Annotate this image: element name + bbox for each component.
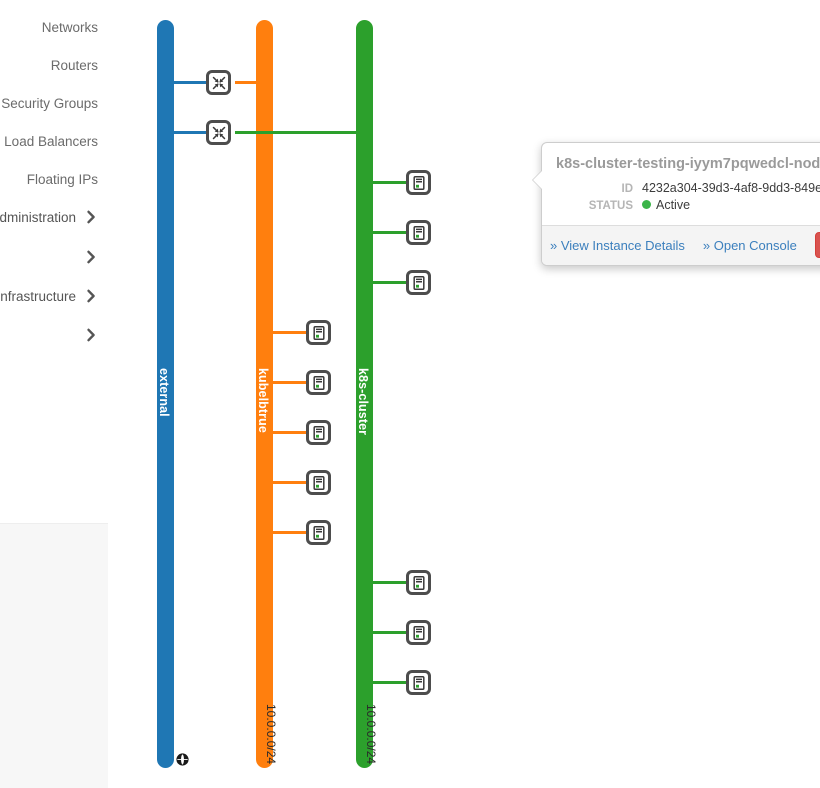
sidebar-item-label: Routers	[50, 57, 98, 73]
instance-connection-line	[373, 581, 409, 584]
external-gateway-globe-icon	[176, 753, 189, 766]
instance-connection-line	[273, 431, 309, 434]
sidebar-item-label: Networks	[41, 19, 98, 35]
popup-title: k8s-cluster-testing-iyym7pqwedcl-node-2	[556, 156, 820, 172]
instance-icon-kubelbtrue-instance-2[interactable]	[306, 370, 331, 395]
network-label-kubelbtrue: kubelbtrue	[256, 368, 270, 433]
sidebar-item-label: Security Groups	[1, 95, 98, 111]
status-dot-icon	[642, 200, 651, 209]
chevron-right-icon	[84, 250, 98, 264]
chevron-right-icon	[84, 210, 98, 224]
network-topology-canvas: external kubelbtrue 10.0.0.0/24 k8s-cluster…	[108, 0, 820, 787]
instance-connection-line	[373, 231, 409, 234]
sidebar-bottom-panel	[0, 523, 108, 788]
instance-icon-kubelbtrue-instance-4[interactable]	[306, 470, 331, 495]
instance-icon-k8s-cluster-instance-1[interactable]	[406, 170, 431, 195]
instance-connection-line	[373, 281, 409, 284]
open-console-link[interactable]: » Open Console	[703, 238, 797, 253]
popup-field-value: 4232a304-39d3-4af8-9dd3-849e193d5cfc	[642, 181, 820, 195]
popup-field-row: ID 4232a304-39d3-4af8-9dd3-849e193d5cfc	[556, 181, 820, 195]
instance-connection-line	[373, 631, 409, 634]
sidebar-item-infrastructure[interactable]: Infrastructure	[0, 277, 108, 315]
sidebar-item-section-2[interactable]	[0, 238, 108, 276]
instance-detail-popup[interactable]: × k8s-cluster-testing-iyym7pqwedcl-node-…	[533, 142, 820, 266]
popup-field-list: ID 4232a304-39d3-4af8-9dd3-849e193d5cfc ST…	[556, 181, 820, 212]
popup-action-bar: » View Instance Details » Open Console D…	[542, 225, 820, 265]
popup-pointer-arrow	[533, 171, 542, 189]
network-cidr-k8s-cluster: 10.0.0.0/24	[364, 704, 378, 765]
popup-field-key: STATUS	[588, 200, 633, 212]
sidebar-item-load-balancers[interactable]: Load Balancers	[0, 122, 108, 160]
sidebar-item-label: Floating IPs	[26, 171, 98, 187]
router-connection-line	[235, 81, 270, 84]
instance-connection-line	[273, 531, 309, 534]
popup-field-key: ID	[621, 183, 634, 195]
popup-body: × k8s-cluster-testing-iyym7pqwedcl-node-…	[542, 143, 820, 225]
instance-connection-line	[273, 331, 309, 334]
sidebar-item-security-groups[interactable]: Security Groups	[0, 84, 108, 122]
router-icon-router-1[interactable]	[206, 70, 231, 95]
instance-icon-kubelbtrue-instance-5[interactable]	[306, 520, 331, 545]
router-connection-line	[235, 131, 370, 134]
instance-icon-kubelbtrue-instance-3[interactable]	[306, 420, 331, 445]
sidebar-item-label: Infrastructure	[0, 288, 76, 304]
sidebar-item-administration[interactable]: Administration	[0, 198, 108, 236]
instance-icon-k8s-cluster-instance-4[interactable]	[406, 570, 431, 595]
instance-connection-line	[273, 481, 309, 484]
sidebar-item-label: Load Balancers	[4, 133, 98, 149]
sidebar-item-floating-ips[interactable]: Floating IPs	[0, 160, 108, 198]
delete-instance-button[interactable]: Delete Instance	[814, 232, 820, 258]
network-label-external: external	[157, 368, 171, 417]
sidebar-item-routers[interactable]: Routers	[0, 46, 108, 84]
popup-field-row: STATUS Active	[556, 198, 820, 212]
sidebar-item-section-4[interactable]	[0, 316, 108, 354]
instance-icon-k8s-cluster-instance-6[interactable]	[406, 670, 431, 695]
sidebar-item-label: Administration	[0, 209, 76, 225]
router-connection-line	[174, 131, 210, 134]
router-icon-router-2[interactable]	[206, 120, 231, 145]
network-cidr-kubelbtrue: 10.0.0.0/24	[264, 704, 278, 765]
router-connection-line	[174, 81, 210, 84]
instance-icon-k8s-cluster-instance-3[interactable]	[406, 270, 431, 295]
instance-icon-k8s-cluster-instance-2[interactable]	[406, 220, 431, 245]
instance-connection-line	[373, 681, 409, 684]
sidebar: Networks Routers Security Groups Load Balan…	[0, 0, 108, 788]
popup-field-value: Active	[642, 198, 690, 212]
view-instance-details-link[interactable]: » View Instance Details	[550, 238, 685, 253]
sidebar-item-networks[interactable]: Networks	[0, 8, 108, 46]
chevron-right-icon	[84, 289, 98, 303]
instance-icon-k8s-cluster-instance-5[interactable]	[406, 620, 431, 645]
network-label-k8s-cluster: k8s-cluster	[356, 368, 370, 436]
instance-icon-kubelbtrue-instance-1[interactable]	[306, 320, 331, 345]
instance-connection-line	[273, 381, 309, 384]
instance-connection-line	[373, 181, 409, 184]
status-text: Active	[656, 198, 691, 212]
chevron-right-icon	[84, 328, 98, 342]
